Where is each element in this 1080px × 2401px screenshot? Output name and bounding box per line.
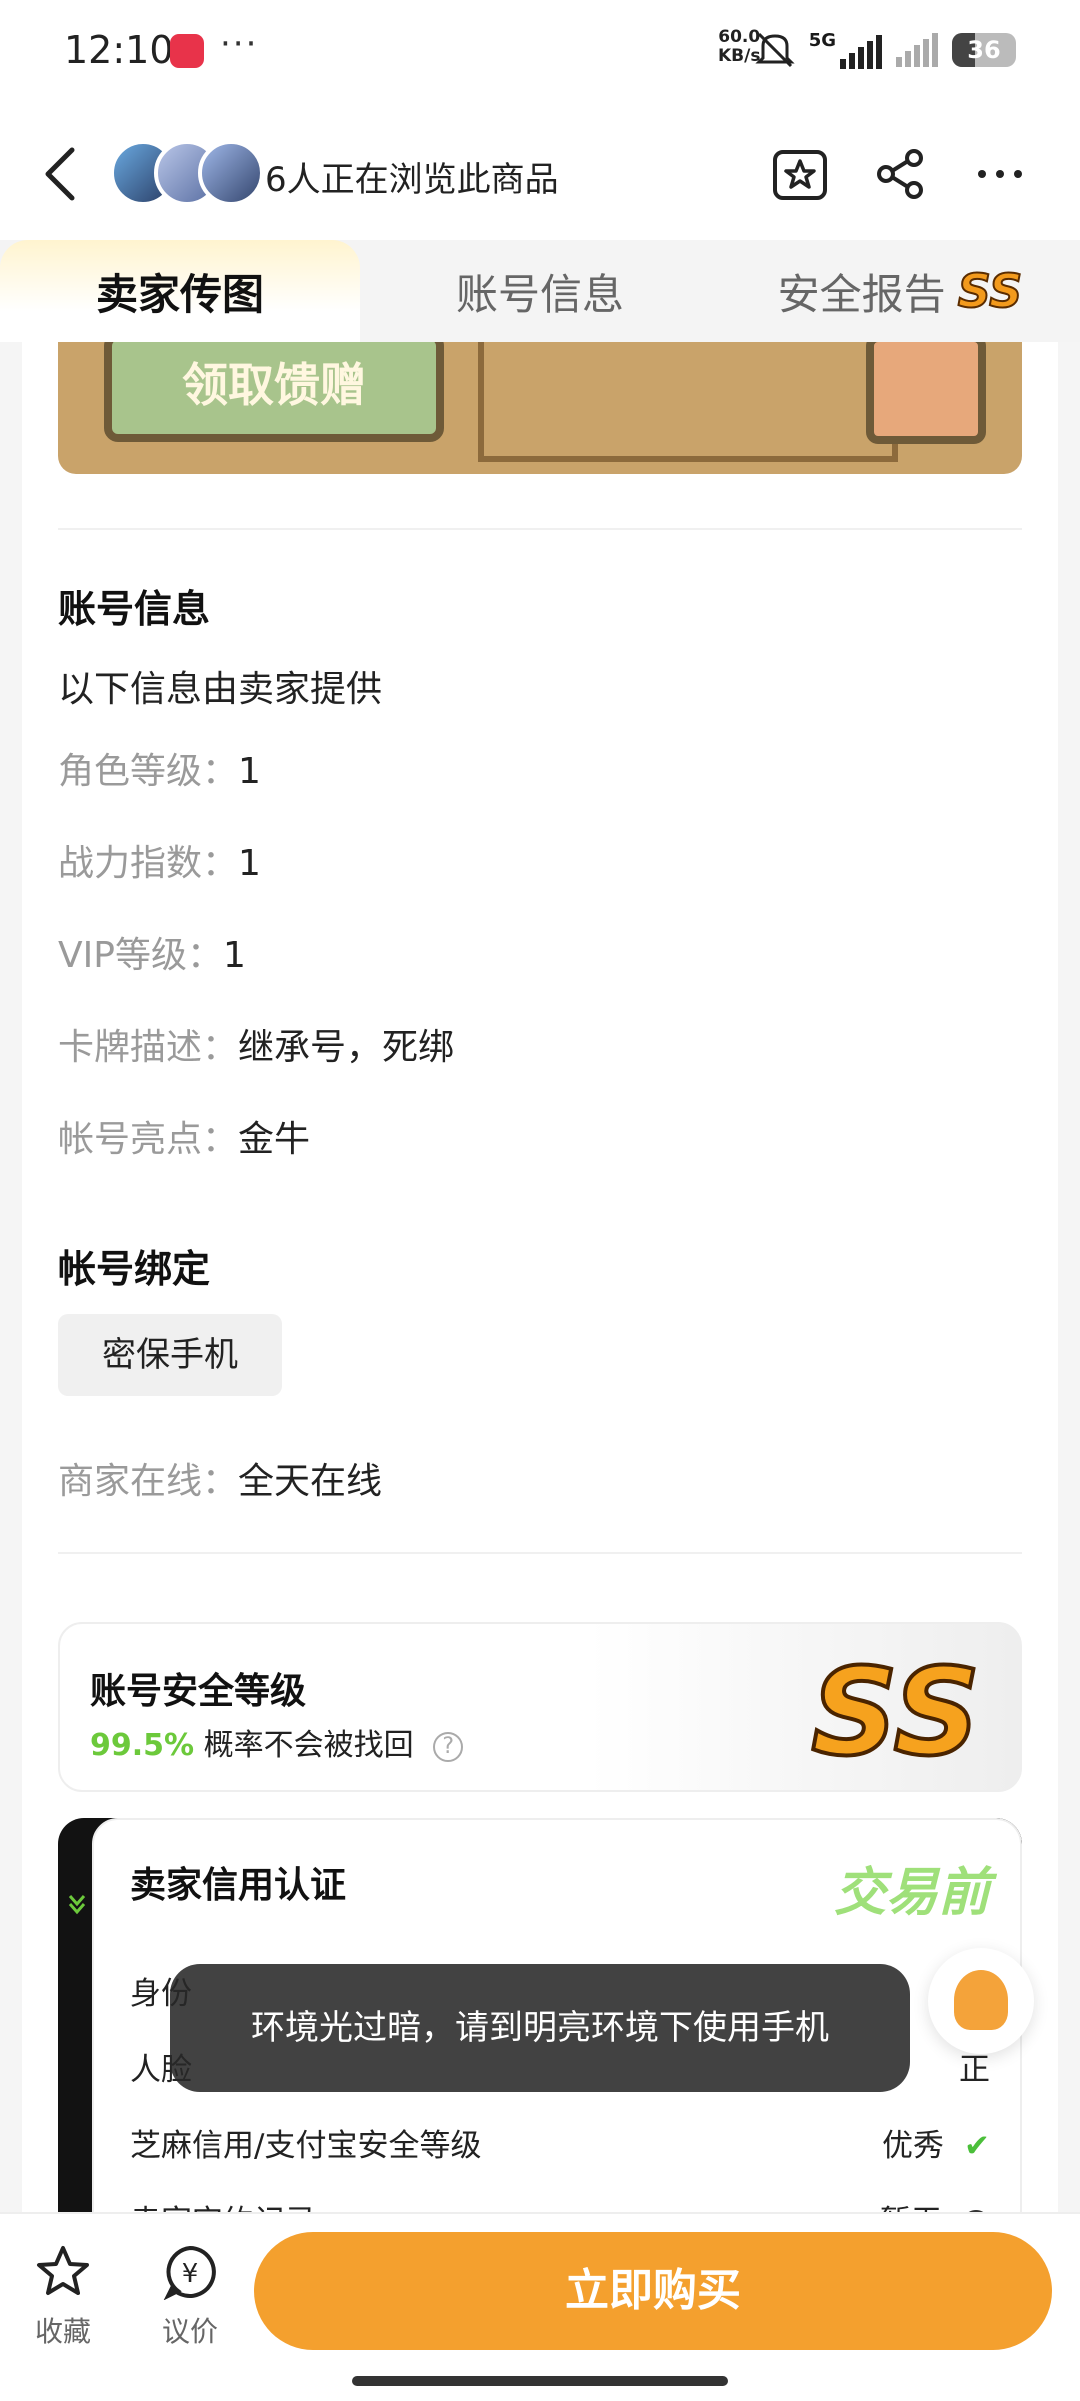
security-level-title: 账号安全等级 — [90, 1671, 307, 1712]
app-notification-icon — [170, 34, 204, 68]
field-value: 1 — [238, 843, 261, 884]
ss-badge: SS — [957, 263, 1024, 319]
credit-row-value: 暂无 — [880, 2204, 942, 2212]
tab-seller-images[interactable]: 卖家传图 — [0, 240, 360, 342]
field-value: 金牛 — [238, 1119, 311, 1160]
signal-secondary-icon — [896, 32, 938, 67]
security-desc-text: 概率不会被找回 — [203, 1728, 414, 1763]
field-value: 1 — [238, 751, 261, 792]
yen-bubble-icon: ¥ — [163, 2245, 216, 2300]
favorite-label: 收藏 — [34, 2315, 91, 2348]
bottom-action-bar: 收藏 ¥ 议价 立即购买 — [0, 2212, 1080, 2401]
field-key: 帐号亮点： — [58, 1119, 239, 1160]
credit-row-status: 优秀 ✔ — [882, 2120, 990, 2165]
bargain-label: 议价 — [161, 2315, 218, 2348]
signal-5g: 5G — [809, 30, 882, 69]
battery-icon: 36 — [952, 32, 1016, 67]
credit-row-value: 优秀 — [882, 2128, 945, 2164]
field-power-index: 战力指数：1 — [58, 834, 261, 886]
security-percent: 99.5% — [90, 1728, 195, 1763]
field-key: 卡牌描述： — [58, 1027, 239, 1068]
battery-level: 36 — [967, 35, 1001, 64]
ambient-light-toast: 环境光过暗，请到明亮环境下使用手机 — [170, 1964, 910, 2092]
field-vip-level: VIP等级：1 — [58, 926, 246, 978]
field-value: 全天在线 — [238, 1461, 383, 1502]
security-level-desc: 99.5% 概率不会被找回 ? — [90, 1720, 464, 1764]
security-level-card[interactable]: 账号安全等级 99.5% 概率不会被找回 ? SS — [58, 1622, 1022, 1792]
top-nav: 6人正在浏览此商品 — [0, 100, 1080, 240]
status-icons: 5G 36 — [755, 30, 1016, 69]
banner-arrow-icon — [866, 342, 986, 444]
mute-icon — [755, 32, 795, 67]
status-bar: 12:10 ··· 60.0 KB/s 5G 36 — [0, 0, 1080, 100]
binding-chip-phone: 密保手机 — [58, 1314, 282, 1396]
divider — [58, 528, 1022, 530]
customer-service-button[interactable] — [928, 1948, 1034, 2054]
tab-security-report[interactable]: 安全报告 SS — [720, 240, 1080, 342]
field-role-level: 角色等级：1 — [58, 742, 261, 794]
yen-glyph: ¥ — [182, 2259, 199, 2289]
more-icon[interactable] — [970, 144, 1030, 204]
detail-tabs: 卖家传图 账号信息 安全报告 SS — [0, 240, 1080, 342]
avatar — [198, 140, 264, 206]
credit-title: 卖家信用认证 — [130, 1865, 347, 1906]
bargain-button[interactable]: ¥ 议价 — [145, 2244, 235, 2350]
seller-image-banner[interactable]: 领取馈赠 — [58, 342, 1022, 474]
merchant-online: 商家在线：全天在线 — [58, 1452, 382, 1504]
credit-row-label: 卖家守约记录 — [130, 2204, 316, 2212]
favorite-star-icon[interactable] — [770, 144, 830, 204]
field-key: 商家在线： — [58, 1461, 239, 1502]
binding-title: 帐号绑定 — [58, 1247, 211, 1291]
star-icon — [37, 2246, 89, 2295]
field-value: 继承号，死绑 — [238, 1027, 455, 1068]
tab-label: 卖家传图 — [95, 269, 264, 319]
check-icon: ✔ — [964, 2128, 990, 2164]
field-key: VIP等级： — [58, 935, 223, 976]
back-icon[interactable] — [40, 144, 80, 204]
help-icon[interactable]: ? — [433, 1731, 464, 1762]
credit-row-sesame: 芝麻信用/支付宝安全等级 优秀 ✔ — [130, 2120, 990, 2165]
credit-row-status: 暂无 — [880, 2196, 990, 2212]
status-time: 12:10 — [64, 28, 174, 72]
credit-row-label: 芝麻信用/支付宝安全等级 — [130, 2128, 482, 2164]
field-key: 角色等级： — [58, 751, 239, 792]
network-type: 5G — [808, 30, 836, 51]
share-icon[interactable] — [870, 144, 930, 204]
chevron-down-icon — [68, 1895, 86, 1915]
more-notifications-icon: ··· — [220, 24, 259, 64]
customer-service-icon — [954, 1970, 1008, 2030]
ss-grade-icon: SS — [809, 1642, 982, 1785]
pre-trade-stamp: 交易前 — [833, 1863, 990, 1923]
divider — [58, 1552, 1022, 1554]
field-account-highlight: 帐号亮点：金牛 — [58, 1110, 310, 1162]
field-card-description: 卡牌描述：继承号，死绑 — [58, 1018, 454, 1070]
banner-claim-button: 领取馈赠 — [104, 342, 444, 442]
viewer-avatars — [110, 140, 264, 210]
favorite-button[interactable]: 收藏 — [18, 2244, 108, 2350]
tab-account-info[interactable]: 账号信息 — [360, 240, 720, 342]
home-indicator — [352, 2376, 728, 2386]
signal-strength-icon — [840, 35, 882, 69]
field-value: 1 — [222, 935, 246, 976]
field-key: 战力指数： — [58, 843, 239, 884]
banner-decoration — [478, 342, 898, 462]
account-info-title: 账号信息 — [58, 587, 211, 631]
tab-label: 账号信息 — [455, 269, 624, 319]
main-content: 领取馈赠 账号信息 以下信息由卖家提供 角色等级：1 战力指数：1 VIP等级：… — [22, 342, 1058, 2212]
buy-now-button[interactable]: 立即购买 — [254, 2232, 1052, 2350]
tab-label: 安全报告 — [777, 269, 946, 319]
credit-row-record: 卖家守约记录 暂无 — [130, 2196, 990, 2212]
account-info-subtitle: 以下信息由卖家提供 — [58, 669, 383, 710]
browsing-count-text: 6人正在浏览此商品 — [265, 160, 559, 200]
